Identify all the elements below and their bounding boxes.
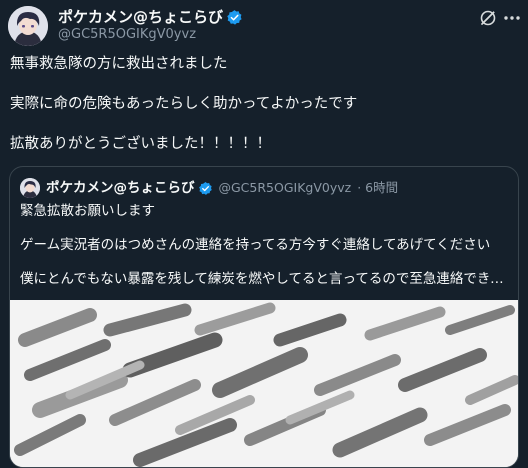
tweet: ポケカメン@ちょこらび @GC5R5OGIKgV0yvz 無事救急隊の方に救出さ… [0,0,528,468]
more-icon[interactable] [502,8,522,28]
grok-icon[interactable] [478,8,498,28]
quoted-author-name[interactable]: ポケカメン@ちょこらび [46,178,195,198]
author-handle[interactable]: @GC5R5OGIKgV0yvz [58,26,196,44]
quoted-timestamp[interactable]: · 6時間 [357,178,398,198]
verified-badge-icon [226,9,243,26]
quoted-line: 緊急拡散お願いします [20,203,155,219]
tweet-line: 拡散ありがとうございました！！！！！ [10,136,271,152]
tweet-line: 実際に命の危険もあったらしく助かってよかったです [10,96,358,112]
quoted-line: ゲーム実況者のはつめさんの連絡を持ってる方今すぐ連絡してあげてください [20,237,491,253]
quoted-author-handle[interactable]: @GC5R5OGIKgV0yvz [219,178,352,198]
verified-badge-icon [198,181,213,196]
quoted-line: 僕にとんでもない暴露を残して練炭を燃やしてると言ってるので至急連絡できる人今..… [20,271,510,287]
quoted-tweet[interactable]: ポケカメン@ちょこらび @GC5R5OGIKgV0yvz · 6時間 緊急拡散お… [9,166,519,468]
quoted-image[interactable] [10,300,518,467]
quoted-author-avatar[interactable] [20,178,40,198]
author-avatar[interactable] [8,6,48,46]
quoted-text: 緊急拡散お願いします ゲーム実況者のはつめさんの連絡を持ってる方今すぐ連絡してあ… [20,202,510,304]
tweet-line: 無事救急隊の方に救出されました [10,56,228,72]
tweet-text: 無事救急隊の方に救出されました 実際に命の危険もあったらしく助かってよかったです… [10,54,518,174]
quoted-header: ポケカメン@ちょこらび @GC5R5OGIKgV0yvz · 6時間 [46,178,398,198]
author-name[interactable]: ポケカメン@ちょこらび [58,7,223,27]
author-name-row[interactable]: ポケカメン@ちょこらび [58,7,243,27]
